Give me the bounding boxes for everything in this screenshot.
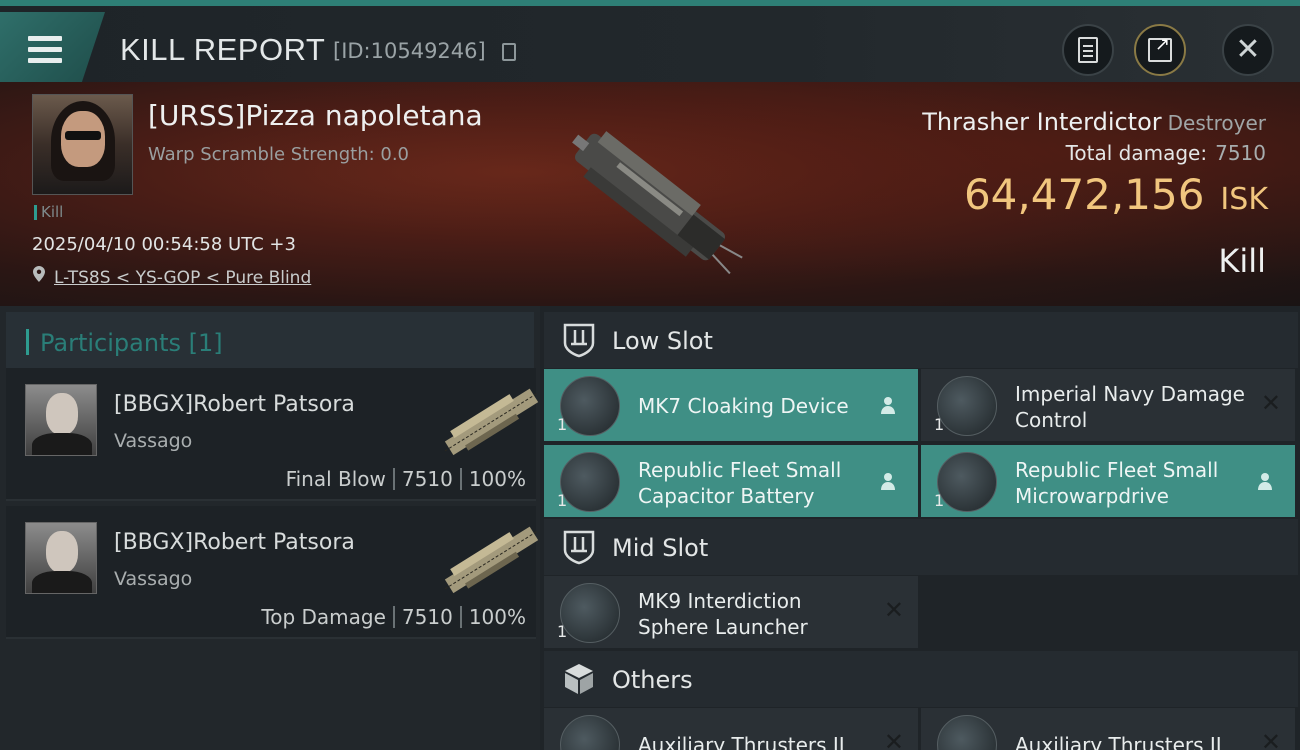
close-icon: ✕ bbox=[1260, 728, 1281, 750]
module-quantity: 1 bbox=[934, 415, 945, 434]
module-name: Auxiliary Thrusters II bbox=[1015, 733, 1222, 750]
mid-slot-label: Mid Slot bbox=[612, 534, 709, 562]
person-icon bbox=[1258, 473, 1272, 490]
module-name: Republic Fleet Small Microwarpdrive bbox=[1015, 458, 1219, 508]
participant-ship-image bbox=[444, 526, 539, 594]
module-item[interactable]: Auxiliary Thrusters II ✕ bbox=[544, 708, 918, 750]
module-name: MK7 Cloaking Device bbox=[638, 394, 849, 418]
participant-role: Final Blow bbox=[285, 467, 386, 491]
close-icon: ✕ bbox=[883, 728, 904, 750]
module-item[interactable]: 1 Republic Fleet Small Microwarpdrive bbox=[921, 445, 1295, 517]
module-icon bbox=[560, 715, 620, 750]
kill-id: [ID:10549246] bbox=[333, 39, 486, 63]
module-name: MK9 Interdiction Sphere Launcher bbox=[638, 589, 808, 639]
others-label: Others bbox=[612, 666, 693, 694]
person-icon bbox=[881, 473, 895, 490]
ship-name[interactable]: Thrasher Interdictor bbox=[922, 108, 1161, 136]
share-icon bbox=[1148, 34, 1172, 62]
ship-class: Destroyer bbox=[1167, 111, 1266, 135]
location-pin-icon bbox=[33, 266, 45, 282]
participant-role: Top Damage bbox=[261, 605, 386, 629]
module-name: Imperial Navy Damage Control bbox=[1015, 382, 1245, 432]
participant-stats: Final Blow 7510 100% bbox=[286, 467, 526, 491]
mid-slot-header: Mid Slot bbox=[544, 519, 1298, 575]
person-icon bbox=[881, 397, 895, 414]
module-quantity: 1 bbox=[557, 415, 568, 434]
participant-percent: 100% bbox=[468, 467, 526, 491]
module-name: Auxiliary Thrusters II bbox=[638, 733, 845, 750]
module-item[interactable]: 1 Republic Fleet Small Capacitor Battery bbox=[544, 445, 918, 517]
isk-unit: ISK bbox=[1220, 182, 1268, 217]
header-bar: KILL REPORT [ID:10549246] ✕ bbox=[0, 0, 1300, 82]
module-quantity: 1 bbox=[557, 491, 568, 510]
copy-icon[interactable] bbox=[502, 43, 516, 61]
others-header: Others bbox=[544, 651, 1298, 707]
kill-tag: Kill bbox=[34, 205, 63, 220]
module-quantity: 1 bbox=[934, 491, 945, 510]
page-title: KILL REPORT bbox=[120, 32, 326, 67]
menu-button[interactable] bbox=[0, 12, 105, 82]
victim-name[interactable]: [URSS]Pizza napoletana bbox=[148, 99, 483, 132]
share-button[interactable] bbox=[1134, 24, 1186, 76]
participant-avatar[interactable] bbox=[25, 522, 97, 594]
participant-damage: 7510 bbox=[401, 605, 453, 629]
participant-stats: Top Damage 7510 100% bbox=[261, 605, 526, 629]
module-quantity: 1 bbox=[557, 622, 568, 641]
fitting-panel: Low Slot 1 MK7 Cloaking Device 1 Imperia… bbox=[540, 306, 1300, 750]
module-icon bbox=[560, 583, 620, 643]
module-item[interactable]: 1 MK7 Cloaking Device bbox=[544, 369, 918, 441]
total-damage-label: Total damage: bbox=[1065, 141, 1208, 165]
module-icon bbox=[560, 452, 620, 512]
menu-icon bbox=[28, 36, 62, 64]
low-slot-label: Low Slot bbox=[612, 327, 713, 355]
participant-ship: Vassago bbox=[114, 568, 193, 590]
cube-icon bbox=[565, 664, 593, 694]
close-button[interactable]: ✕ bbox=[1222, 24, 1274, 76]
module-icon bbox=[937, 452, 997, 512]
module-item[interactable]: 1 MK9 Interdiction Sphere Launcher ✕ bbox=[544, 576, 918, 648]
victim-ship: Thrasher Interdictor Destroyer bbox=[922, 108, 1266, 136]
low-slot-header: Low Slot bbox=[544, 312, 1298, 368]
participant-ship-image bbox=[444, 388, 539, 456]
participants-title: Participants [1] bbox=[40, 329, 223, 357]
victim-avatar[interactable] bbox=[32, 94, 133, 195]
participant-name[interactable]: [BBGX]Robert Patsora bbox=[114, 530, 355, 555]
participant-row[interactable]: [BBGX]Robert Patsora Vassago Top Damage 7… bbox=[6, 506, 539, 639]
participant-percent: 100% bbox=[468, 605, 526, 629]
close-icon: ✕ bbox=[1260, 389, 1281, 417]
module-name: Republic Fleet Small Capacitor Battery bbox=[638, 458, 842, 508]
kill-timestamp: 2025/04/10 00:54:58 UTC +3 bbox=[32, 234, 296, 255]
total-damage-value: 7510 bbox=[1215, 141, 1266, 165]
participant-name[interactable]: [BBGX]Robert Patsora bbox=[114, 392, 355, 417]
close-icon: ✕ bbox=[1235, 32, 1261, 67]
module-icon bbox=[560, 376, 620, 436]
victim-ship-image bbox=[572, 131, 743, 275]
module-icon bbox=[937, 376, 997, 436]
total-damage: Total damage: 7510 bbox=[1066, 141, 1266, 165]
clipboard-button[interactable] bbox=[1062, 24, 1114, 76]
slot-icon bbox=[563, 530, 595, 565]
participants-panel: Participants [1] [BBGX]Robert Patsora Va… bbox=[0, 306, 540, 750]
clipboard-icon bbox=[1078, 37, 1098, 63]
slot-icon bbox=[563, 323, 595, 358]
module-item[interactable]: 1 Imperial Navy Damage Control ✕ bbox=[921, 369, 1295, 441]
participant-avatar[interactable] bbox=[25, 384, 97, 456]
participant-damage: 7510 bbox=[401, 467, 453, 491]
participants-header: Participants [1] bbox=[6, 312, 534, 370]
participant-ship: Vassago bbox=[114, 430, 193, 452]
close-icon: ✕ bbox=[883, 596, 904, 624]
isk-amount: 64,472,156 bbox=[963, 170, 1205, 219]
result-label: Kill bbox=[1218, 242, 1266, 280]
module-item[interactable]: Auxiliary Thrusters II ✕ bbox=[921, 708, 1295, 750]
participant-row[interactable]: [BBGX]Robert Patsora Vassago Final Blow 7… bbox=[6, 368, 539, 501]
warp-scramble-strength: Warp Scramble Strength: 0.0 bbox=[148, 144, 410, 165]
location-link[interactable]: L-TS8S < YS-GOP < Pure Blind bbox=[54, 268, 311, 288]
victim-banner: [URSS]Pizza napoletana Warp Scramble Str… bbox=[0, 82, 1300, 306]
isk-value: 64,472,156 ISK bbox=[964, 170, 1268, 219]
module-icon bbox=[937, 715, 997, 750]
